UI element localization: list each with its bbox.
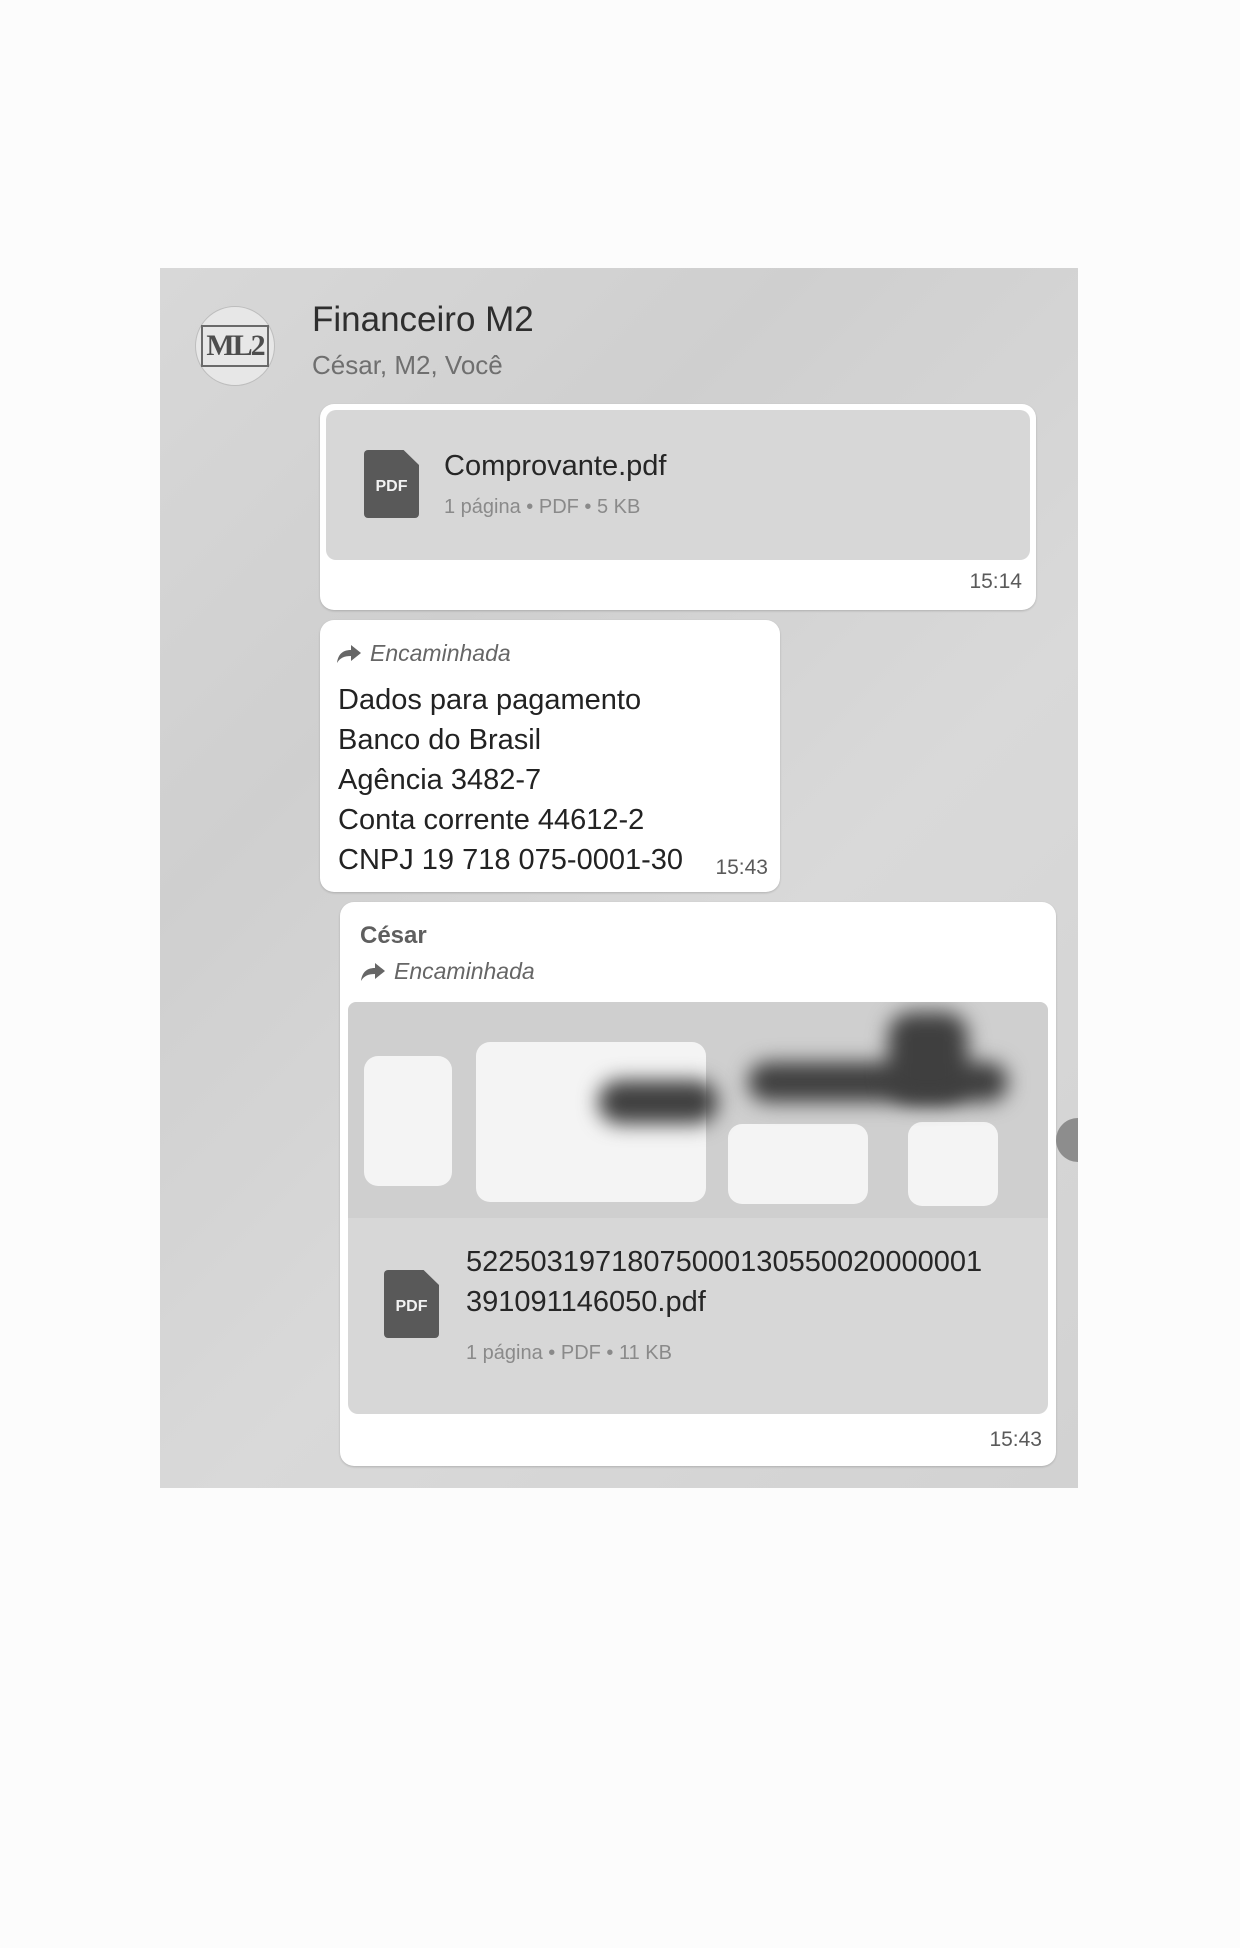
chat-title: Financeiro M2 [312, 300, 534, 339]
file-name: 52250319718075000130550020000001 3910911… [466, 1242, 982, 1322]
message-bubble-text[interactable]: Encaminhada Dados para pagamento Banco d… [320, 620, 780, 892]
forward-arrow-icon [337, 644, 361, 663]
forwarded-label: Encaminhada [394, 958, 535, 984]
forwarded-indicator: Encaminhada [336, 640, 511, 667]
sender-name: César [360, 922, 427, 949]
file-attachment[interactable]: PDF 52250319718075000130550020000001 391… [348, 1218, 1048, 1414]
file-meta: 1 página • PDF • 5 KB [444, 496, 641, 518]
message-time: 15:43 [989, 1428, 1042, 1451]
message-bubble-file[interactable]: César Encaminhada PDF 522503197180750001… [340, 902, 1056, 1466]
scroll-edge-marker [1056, 1118, 1078, 1162]
file-name-line: 391091146050.pdf [466, 1286, 706, 1318]
chat-header[interactable]: ML2 Financeiro M2 César, M2, Você [160, 268, 1078, 388]
chat-screenshot: ML2 Financeiro M2 César, M2, Você PDF Co… [160, 268, 1078, 1488]
message-time: 15:14 [969, 570, 1022, 593]
pdf-icon-label: PDF [395, 1298, 428, 1315]
message-time: 15:43 [715, 856, 768, 879]
message-line: Agência 3482-7 [338, 764, 542, 796]
pdf-icon: PDF [364, 450, 419, 518]
file-name: Comprovante.pdf [444, 450, 667, 482]
message-bubble-file[interactable]: PDF Comprovante.pdf 1 página • PDF • 5 K… [320, 404, 1036, 610]
file-name-line: 52250319718075000130550020000001 [466, 1246, 983, 1278]
message-text: Dados para pagamento Banco do Brasil Agê… [338, 680, 683, 880]
forwarded-indicator: Encaminhada [360, 958, 535, 985]
pdf-icon: PDF [384, 1270, 439, 1338]
scanned-page: ML2 Financeiro M2 César, M2, Você PDF Co… [0, 0, 1240, 1948]
forward-arrow-icon [361, 962, 385, 981]
file-meta: 1 página • PDF • 11 KB [466, 1342, 672, 1364]
message-line: Conta corrente 44612-2 [338, 804, 645, 836]
group-avatar[interactable]: ML2 [195, 306, 275, 386]
message-line: CNPJ 19 718 075-0001-30 [338, 844, 684, 876]
forwarded-label: Encaminhada [370, 640, 511, 666]
pdf-icon-label: PDF [375, 478, 408, 495]
file-attachment[interactable]: PDF Comprovante.pdf 1 página • PDF • 5 K… [326, 410, 1030, 560]
message-line: Dados para pagamento [338, 684, 642, 716]
chat-participants: César, M2, Você [312, 350, 503, 380]
file-preview-thumbnail[interactable] [348, 1002, 1048, 1218]
message-line: Banco do Brasil [338, 724, 542, 756]
avatar-logo: ML2 [201, 325, 269, 367]
